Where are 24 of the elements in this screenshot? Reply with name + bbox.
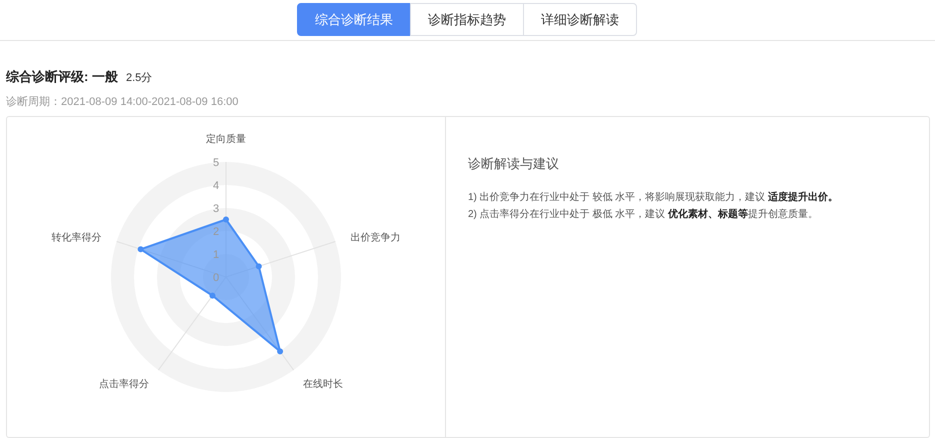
rating-title: 综合诊断评级: 一般 (6, 68, 118, 86)
diagnosis-period: 诊断周期：2021-08-09 14:00-2021-08-09 16:00 (6, 95, 240, 109)
tick-label: 2 (212, 226, 220, 238)
data-point (209, 292, 216, 299)
tick-label: 3 (212, 203, 220, 215)
tab[interactable]: 详细诊断解读 (523, 3, 637, 36)
data-point (256, 263, 262, 270)
tick-label: 5 (212, 157, 220, 169)
axis-label: 点击率得分 (98, 379, 149, 390)
axis-label: 转化率得分 (51, 232, 102, 244)
data-point (138, 246, 144, 252)
data-point (277, 348, 284, 354)
rating-score: 2.5分 (126, 71, 152, 85)
tick-label: 0 (212, 272, 220, 284)
advice-title: 诊断解读与建议 (468, 155, 560, 173)
data-point (223, 216, 229, 222)
tab[interactable]: 诊断指标趋势 (410, 3, 524, 36)
tick-label: 4 (212, 180, 220, 192)
axis-label: 在线时长 (303, 379, 344, 390)
advice-text: 2) 点击率得分在行业中处于 极低 水平，建议 优化素材、标题等提升创意质量。 (468, 208, 820, 222)
axis-label: 定向质量 (206, 134, 246, 145)
advice-text: 1) 出价竞争力在行业中处于 较低 水平，将影响展现获取能力，建议 适度提升出价。 (468, 190, 840, 205)
tick-label: 1 (212, 249, 220, 261)
axis-label: 出价竞争力 (350, 232, 401, 244)
